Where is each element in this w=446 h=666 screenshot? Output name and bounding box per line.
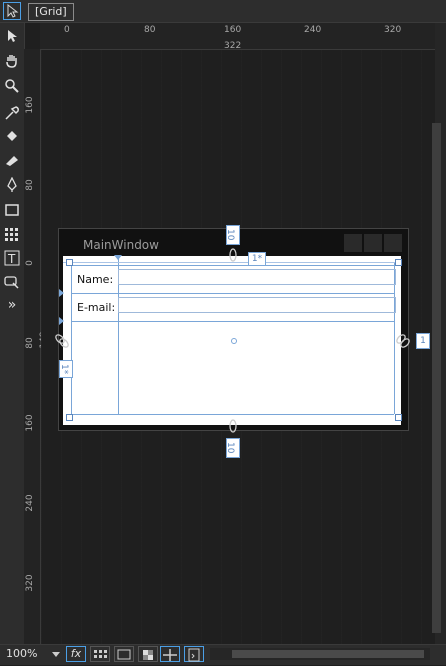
svg-text:T: T — [7, 252, 16, 266]
shape-tool-icon[interactable] — [2, 272, 22, 292]
maximize-button — [364, 234, 382, 252]
text-tool-icon[interactable]: T — [2, 248, 22, 268]
margin-bottom-marker[interactable]: 10 — [225, 438, 240, 458]
horizontal-scrollbar-thumb[interactable] — [232, 650, 424, 658]
grid-column-line[interactable] — [71, 262, 72, 414]
email-label: E-mail: — [77, 301, 116, 314]
margin-top-marker[interactable]: 10 — [225, 225, 240, 245]
ruler-left-label: 320 — [25, 574, 35, 592]
top-chain-icon[interactable] — [228, 247, 238, 266]
email-textbox[interactable] — [118, 297, 396, 313]
ruler-top-label: 80 — [144, 25, 156, 35]
breadcrumb-grid[interactable]: [Grid] — [28, 3, 74, 21]
grid-tool-icon[interactable] — [2, 224, 22, 244]
window-title: MainWindow — [83, 238, 159, 252]
expand-tool-icon[interactable]: » — [2, 296, 22, 316]
ruler-left-label: 80 — [25, 337, 35, 349]
rectangle-tool-icon[interactable] — [2, 200, 22, 220]
ruler-top-label: 0 — [64, 25, 70, 35]
column-divider-triangle-icon[interactable] — [114, 255, 122, 260]
paint-bucket-tool-icon[interactable] — [2, 126, 22, 146]
ruler-left-label: 160 — [25, 414, 35, 432]
row-divider-triangle-icon[interactable] — [59, 289, 64, 297]
selection-arrow-icon[interactable] — [3, 2, 21, 20]
snap-to-snaplines-button[interactable] — [160, 646, 180, 662]
artboard-background-button[interactable] — [138, 646, 158, 662]
left-chain-icon[interactable] — [55, 333, 69, 352]
right-chain-icon[interactable] — [396, 333, 410, 352]
project-code-button[interactable] — [184, 646, 204, 662]
resize-handle[interactable] — [395, 259, 402, 266]
zoom-level[interactable]: 100% — [6, 647, 37, 660]
ruler-top-label: 240 — [304, 25, 322, 35]
eraser-tool-icon[interactable] — [2, 150, 22, 170]
resize-handle[interactable] — [66, 259, 73, 266]
pan-tool-icon[interactable] — [2, 51, 22, 71]
ruler-top-label: 160 — [224, 25, 242, 35]
vertical-scrollbar-thumb[interactable] — [432, 123, 441, 633]
row-star-marker[interactable]: 1* — [59, 360, 73, 378]
close-button — [384, 234, 402, 252]
ruler-left-label: 240 — [25, 494, 35, 512]
zoom-tool-icon[interactable] — [2, 76, 22, 96]
name-textbox[interactable] — [118, 269, 396, 285]
resize-handle[interactable] — [66, 414, 73, 421]
grid-row-line[interactable] — [71, 414, 394, 415]
bottom-chain-icon[interactable] — [228, 418, 238, 437]
eyedropper-tool-icon[interactable] — [2, 103, 22, 123]
center-point-icon — [231, 338, 237, 344]
grid-toggle-button[interactable] — [90, 646, 110, 662]
ruler-left-label: 160 — [25, 96, 35, 114]
selection-tool-icon[interactable] — [2, 26, 22, 46]
column-star-marker[interactable]: 1* — [248, 252, 266, 266]
ruler-left-label: 0 — [25, 260, 35, 266]
snap-to-grid-button[interactable] — [114, 646, 134, 662]
effects-toggle-button[interactable]: fx — [66, 646, 86, 662]
pen-tool-icon[interactable] — [2, 175, 22, 195]
name-label: Name: — [77, 273, 114, 286]
grid-row-line[interactable] — [71, 293, 394, 294]
row-divider-triangle-icon[interactable] — [59, 317, 64, 325]
ruler-left-label: 80 — [25, 179, 35, 191]
minimize-button — [344, 234, 362, 252]
resize-handle[interactable] — [395, 414, 402, 421]
right-margin-marker[interactable]: 1 — [416, 333, 430, 349]
grid-row-line[interactable] — [71, 321, 394, 322]
zoom-dropdown-chevron-icon[interactable] — [52, 652, 60, 657]
ruler-top-label: 320 — [384, 25, 402, 35]
